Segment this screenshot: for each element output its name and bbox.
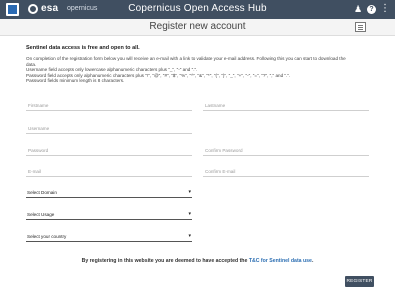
chevron-down-icon: ▾ (188, 233, 191, 239)
usage-select[interactable]: Select Usage ▾ (26, 210, 192, 220)
email-placeholder: E-mail (28, 169, 42, 174)
domain-select-value: Select Domain (27, 190, 57, 195)
confirm-email-placeholder: Confirm E-mail (205, 169, 236, 174)
password-placeholder: Password (28, 148, 49, 153)
firstname-placeholder: Firstname (28, 103, 49, 108)
firstname-field[interactable]: Firstname (26, 101, 192, 111)
page-header: Register new account (0, 19, 395, 36)
document-icon[interactable] (355, 22, 366, 32)
usage-select-value: Select Usage (27, 212, 55, 217)
user-plus-icon[interactable]: ♟ (353, 4, 363, 14)
app-title: Copernicus Open Access Hub (128, 3, 267, 14)
username-field[interactable]: Username (26, 124, 192, 134)
top-bar: esa opernicus Copernicus Open Access Hub… (0, 0, 395, 19)
lastname-field[interactable]: Lastname (203, 101, 369, 111)
terms-suffix: . (311, 258, 314, 264)
confirm-email-field[interactable]: Confirm E-mail (203, 167, 369, 177)
password-field[interactable]: Password (26, 146, 192, 156)
terms-text: By registering in this website you are d… (81, 258, 249, 264)
country-select[interactable]: Select your country ▾ (26, 232, 192, 242)
country-select-value: Select your country (27, 234, 67, 239)
chevron-down-icon: ▾ (188, 189, 191, 195)
help-icon[interactable]: ? (367, 5, 376, 14)
confirm-password-field[interactable]: Confirm Password (203, 146, 369, 156)
terms-link[interactable]: T&C for Sentinel data use (249, 258, 312, 264)
register-button[interactable]: REGISTER (345, 276, 374, 287)
intro-text-line: On completion of the registration form b… (26, 56, 346, 61)
domain-select[interactable]: Select Domain ▾ (26, 188, 192, 198)
password-length-text: Password fields minimum length is 8 char… (26, 78, 125, 84)
chevron-down-icon: ▾ (188, 211, 191, 217)
terms-notice: By registering in this website you are d… (0, 258, 395, 264)
page-title: Register new account (149, 21, 246, 32)
username-placeholder: Username (28, 126, 50, 131)
menu-icon[interactable]: ⋮ (380, 4, 390, 14)
intro-heading: Sentinel data access is free and open to… (26, 45, 140, 51)
confirm-password-placeholder: Confirm Password (205, 148, 243, 153)
email-field[interactable]: E-mail (26, 167, 192, 177)
lastname-placeholder: Lastname (205, 103, 226, 108)
